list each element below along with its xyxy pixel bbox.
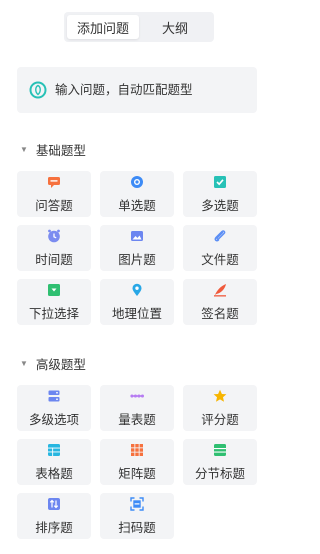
question-type-cascade[interactable]: 多级选项 (17, 385, 91, 431)
question-type-label: 问答题 (35, 198, 73, 213)
smart-match-icon (29, 81, 47, 99)
scale-icon (130, 389, 144, 403)
question-search-box[interactable] (17, 67, 257, 113)
clock-icon (47, 229, 61, 243)
question-type-label: 排序题 (35, 520, 73, 535)
chat-icon (47, 175, 61, 189)
question-type-label: 地理位置 (111, 306, 162, 321)
question-type-file[interactable]: 文件题 (183, 225, 257, 271)
sort-icon (47, 497, 61, 511)
quill-icon (213, 283, 227, 297)
question-type-qa[interactable]: 问答题 (17, 171, 91, 217)
question-type-label: 多级选项 (28, 412, 79, 427)
question-type-multi-choice[interactable]: 多选题 (183, 171, 257, 217)
section-basic-header[interactable]: ▼ 基础题型 (20, 140, 86, 159)
tab-switcher: 添加问题 大纲 (64, 12, 214, 42)
question-type-rating[interactable]: 评分题 (183, 385, 257, 431)
question-type-label: 扫码题 (118, 520, 156, 535)
paperclip-icon (213, 229, 227, 243)
section-advanced-header[interactable]: ▼ 高级题型 (20, 354, 86, 373)
tab-add-question[interactable]: 添加问题 (67, 15, 139, 39)
question-type-section-title[interactable]: 分节标题 (183, 439, 257, 485)
question-type-label: 签名题 (201, 306, 239, 321)
question-search-input[interactable] (53, 82, 237, 98)
image-icon (130, 229, 144, 243)
matrix-icon (130, 443, 144, 457)
question-type-label: 时间题 (35, 252, 73, 267)
question-type-image[interactable]: 图片题 (100, 225, 174, 271)
question-type-matrix[interactable]: 矩阵题 (100, 439, 174, 485)
location-pin-icon (130, 283, 144, 297)
question-type-table[interactable]: 表格题 (17, 439, 91, 485)
question-type-location[interactable]: 地理位置 (100, 279, 174, 325)
question-type-label: 单选题 (118, 198, 156, 213)
tab-outline[interactable]: 大纲 (139, 15, 211, 39)
question-type-scale[interactable]: 量表题 (100, 385, 174, 431)
scan-icon (130, 496, 144, 511)
dropdown-icon (47, 283, 61, 297)
table-icon (47, 443, 61, 457)
section-basic-title: 基础题型 (35, 144, 86, 158)
question-type-time[interactable]: 时间题 (17, 225, 91, 271)
question-type-label: 表格题 (35, 466, 73, 481)
cascade-icon (47, 389, 61, 403)
question-type-label: 评分题 (201, 412, 239, 427)
question-type-label: 图片题 (118, 252, 156, 267)
question-type-label: 文件题 (201, 252, 239, 267)
section-icon (213, 443, 227, 457)
question-type-label: 分节标题 (194, 466, 245, 481)
star-icon (213, 389, 227, 403)
question-type-signature[interactable]: 签名题 (183, 279, 257, 325)
question-type-dropdown[interactable]: 下拉选择 (17, 279, 91, 325)
radio-icon (130, 175, 144, 189)
question-type-scan[interactable]: 扫码题 (100, 493, 174, 539)
section-advanced-title: 高级题型 (35, 358, 86, 372)
checkbox-icon (213, 175, 227, 189)
caret-down-icon: ▼ (20, 359, 28, 368)
question-type-label: 量表题 (118, 412, 156, 427)
question-type-single-choice[interactable]: 单选题 (100, 171, 174, 217)
caret-down-icon: ▼ (20, 145, 28, 154)
question-type-sort[interactable]: 排序题 (17, 493, 91, 539)
question-type-label: 下拉选择 (28, 306, 79, 321)
question-type-label: 矩阵题 (118, 466, 156, 481)
question-type-label: 多选题 (201, 198, 239, 213)
